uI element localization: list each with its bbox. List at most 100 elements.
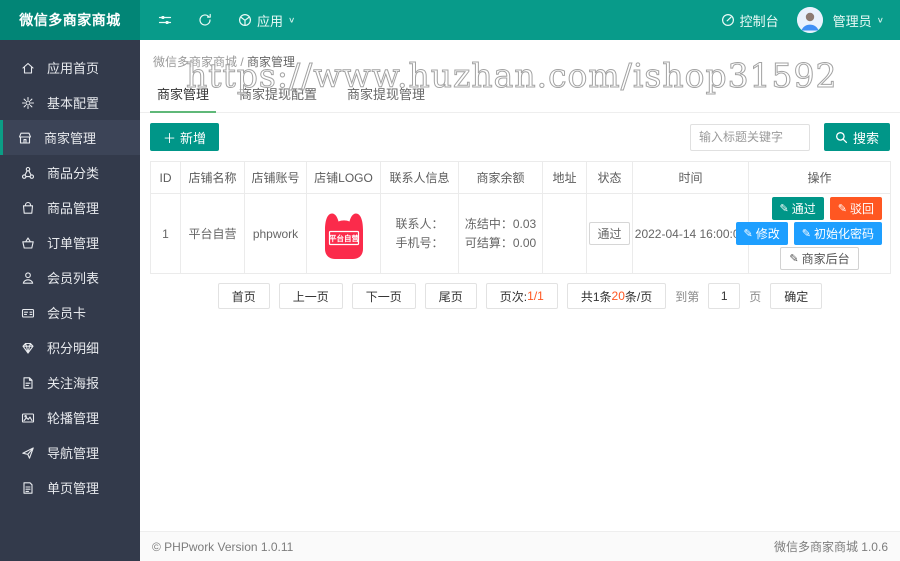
sidebar-item-basic-config[interactable]: 基本配置 bbox=[0, 85, 140, 120]
init-password-button-label: 初始化密码 bbox=[813, 227, 874, 241]
sidebar-item-follow-poster[interactable]: 关注海报 bbox=[0, 365, 140, 400]
page-prev-button[interactable]: 上一页 bbox=[278, 283, 343, 309]
cell-account: phpwork bbox=[244, 193, 307, 274]
app-icon bbox=[238, 13, 252, 27]
sidebar-item-label: 单页管理 bbox=[47, 481, 100, 496]
app-menu-label: 应用 bbox=[257, 13, 284, 29]
page-first-button[interactable]: 首页 bbox=[217, 283, 270, 309]
category-icon bbox=[21, 166, 35, 179]
chevron-down-icon: ∨ bbox=[876, 15, 884, 25]
sidebar-item-label: 会员卡 bbox=[47, 306, 87, 321]
footer-version: 微信多商家商城 1.0.6 bbox=[773, 540, 888, 554]
plus-icon: ＋ bbox=[163, 130, 177, 146]
tab-merchant-management[interactable]: 商家管理 bbox=[142, 75, 224, 113]
navigation-icon bbox=[22, 446, 34, 459]
page-last-button[interactable]: 尾页 bbox=[424, 283, 477, 309]
pagination: 首页 上一页 下一页 尾页 页次: 1/1 共1条 20 条/页 到第 页 确定 bbox=[140, 283, 900, 309]
confirm-button[interactable]: 确定 bbox=[770, 283, 823, 309]
edit-icon: ✎ bbox=[801, 228, 811, 240]
contact-phone: 手机号： bbox=[395, 235, 444, 250]
sidebar-item-goods-management[interactable]: 商品管理 bbox=[0, 190, 140, 225]
col-balance: 商家余额 bbox=[458, 161, 543, 194]
sidebar-item-points-detail[interactable]: 积分明细 bbox=[0, 330, 140, 365]
tab-withdraw-config[interactable]: 商家提现配置 bbox=[224, 75, 332, 112]
sidebar-item-label: 积分明细 bbox=[47, 341, 100, 356]
edit-button[interactable]: ✎ 修改 bbox=[735, 222, 788, 245]
page-next-button[interactable]: 下一页 bbox=[351, 283, 416, 309]
sidebar-item-label: 应用首页 bbox=[47, 61, 100, 76]
cell-contact: 联系人： 手机号： bbox=[380, 193, 459, 274]
app-menu[interactable]: 应用 ∨ bbox=[238, 11, 295, 30]
goods-bag-icon bbox=[22, 201, 34, 214]
search-button[interactable]: 搜索 bbox=[823, 123, 890, 151]
breadcrumb-current: 商家管理 bbox=[247, 55, 296, 69]
sidebar-item-goods-category[interactable]: 商品分类 bbox=[0, 155, 140, 190]
sidebar-item-label: 会员列表 bbox=[47, 271, 100, 286]
gear-icon bbox=[21, 96, 35, 109]
main-content: https://www.huzhan.com/ishop31592 微信多商家商… bbox=[140, 40, 900, 531]
merchant-admin-button-label: 商家后台 bbox=[801, 252, 850, 266]
single-page-icon bbox=[23, 481, 33, 494]
sidebar-item-label: 商品分类 bbox=[47, 166, 100, 181]
sidebar-item-banner-management[interactable]: 轮播管理 bbox=[0, 400, 140, 435]
sidebar-item-app-home[interactable]: 应用首页 bbox=[0, 50, 140, 85]
points-diamond-icon bbox=[22, 342, 34, 354]
cell-balance: 冻结中：0.03 可结算：0.00 bbox=[458, 193, 543, 274]
balance-settleable: 可结算：0.00 bbox=[464, 235, 537, 250]
poster-icon bbox=[23, 376, 33, 389]
sidebar-item-member-list[interactable]: 会员列表 bbox=[0, 260, 140, 295]
balance-frozen: 冻结中：0.03 bbox=[464, 216, 537, 231]
sidebar-item-label: 商品管理 bbox=[47, 201, 100, 216]
sidebar-item-single-page[interactable]: 单页管理 bbox=[0, 470, 140, 505]
sidebar-item-order-management[interactable]: 订单管理 bbox=[0, 225, 140, 260]
tune-icon bbox=[158, 16, 172, 24]
contact-person: 联系人： bbox=[395, 216, 444, 231]
sidebar-item-member-card[interactable]: 会员卡 bbox=[0, 295, 140, 330]
init-password-button[interactable]: ✎ 初始化密码 bbox=[793, 222, 882, 245]
order-basket-icon bbox=[22, 236, 34, 249]
user-name: 管理员 bbox=[832, 13, 872, 29]
footer-copyright: © PHPwork Version 1.0.11 bbox=[152, 539, 294, 554]
merchant-admin-button[interactable]: ✎ 商家后台 bbox=[780, 247, 859, 270]
edit-button-label: 修改 bbox=[755, 227, 780, 241]
sidebar-item-merchant-management[interactable]: 商家管理 bbox=[0, 120, 140, 155]
table-header-row: ID 店铺名称 店铺账号 店铺LOGO 联系人信息 商家余额 地址 状态 时间 … bbox=[150, 161, 891, 194]
tab-withdraw-management[interactable]: 商家提现管理 bbox=[332, 75, 440, 112]
collapse-menu-icon[interactable] bbox=[158, 13, 172, 27]
col-contact: 联系人信息 bbox=[380, 161, 459, 194]
brand-logo: 微信多商家商城 bbox=[0, 0, 140, 40]
sidebar-item-label: 关注海报 bbox=[47, 376, 100, 391]
page-info-label: 页次: bbox=[499, 289, 528, 304]
col-shop-name: 店铺名称 bbox=[180, 161, 245, 194]
console-button[interactable]: 控制台 bbox=[721, 11, 779, 30]
search-button-label: 搜索 bbox=[852, 130, 879, 146]
col-time: 时间 bbox=[632, 161, 749, 194]
cell-actions: ✎ 通过 ✎ 驳回 ✎ 修改 ✎ 初始化密码 ✎ 商家后台 bbox=[735, 193, 891, 274]
status-badge: 通过 bbox=[589, 222, 630, 245]
approve-button[interactable]: ✎ 通过 bbox=[771, 197, 824, 220]
refresh-button[interactable] bbox=[198, 13, 212, 27]
search-icon bbox=[836, 131, 848, 143]
add-button[interactable]: ＋ 新增 bbox=[150, 123, 220, 151]
goto-page-input[interactable] bbox=[708, 283, 741, 309]
member-card-icon bbox=[21, 308, 35, 318]
user-menu[interactable]: 管理员 ∨ bbox=[833, 11, 884, 30]
console-label: 控制台 bbox=[739, 13, 779, 29]
avatar[interactable] bbox=[796, 7, 823, 33]
table-row: 1 平台自营 phpwork 平台自营 联系人： 手机号： 冻结中：0.03 可… bbox=[150, 193, 891, 274]
search-input[interactable] bbox=[689, 123, 810, 151]
per-page-unit: 条/页 bbox=[624, 289, 653, 304]
cell-address bbox=[542, 193, 587, 274]
sidebar-item-label: 商家管理 bbox=[44, 131, 97, 146]
goto-label: 到第 bbox=[675, 289, 700, 304]
cell-shop-name: 平台自营 bbox=[180, 193, 245, 274]
sidebar-item-nav-management[interactable]: 导航管理 bbox=[0, 435, 140, 470]
breadcrumb-separator: / bbox=[240, 55, 244, 69]
col-status: 状态 bbox=[586, 161, 633, 194]
breadcrumb: 微信多商家商城 / 商家管理 bbox=[140, 40, 900, 70]
sidebar-item-label: 导航管理 bbox=[47, 446, 100, 461]
edit-icon: ✎ bbox=[837, 203, 847, 215]
toolbar: ＋ 新增 搜索 bbox=[140, 113, 900, 161]
reject-button[interactable]: ✎ 驳回 bbox=[829, 197, 882, 220]
shop-logo-text: 平台自营 bbox=[329, 233, 359, 243]
